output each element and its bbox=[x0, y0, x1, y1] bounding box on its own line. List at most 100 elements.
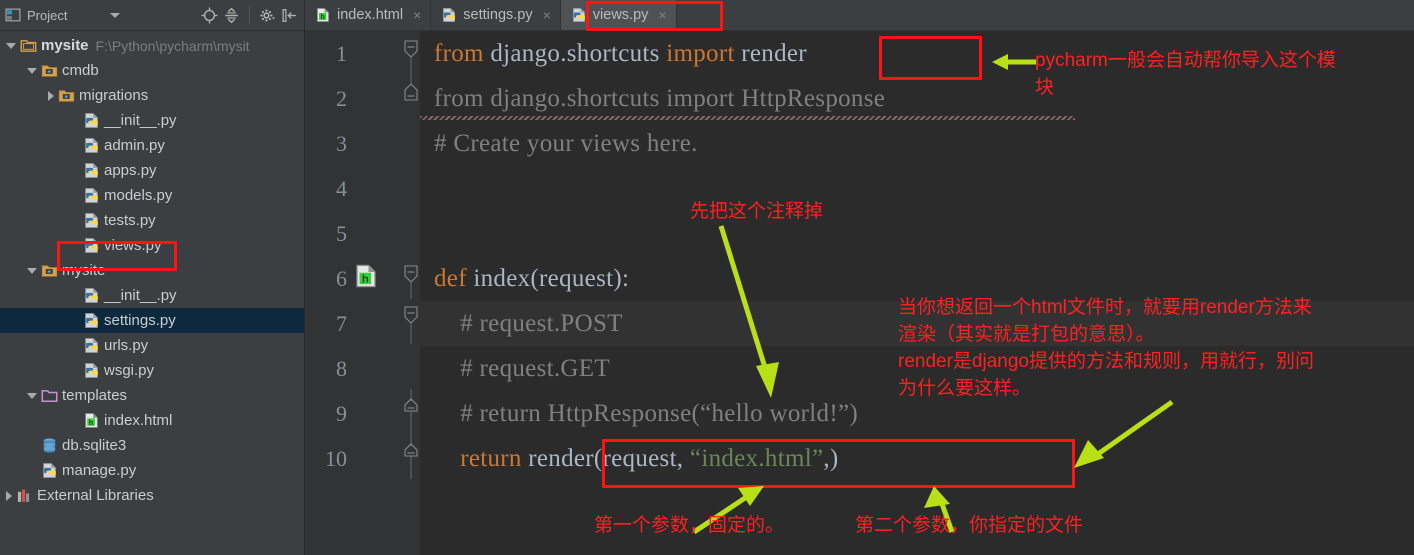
caret-down-icon[interactable] bbox=[27, 392, 37, 399]
project-title-group[interactable]: Project bbox=[0, 7, 126, 24]
editor-gutter[interactable]: 1 2 3 4 5 6 h 7 8 9 10 bbox=[305, 31, 420, 555]
collapse-all-icon[interactable] bbox=[223, 7, 240, 24]
code-line[interactable]: from django.shortcuts import HttpRespons… bbox=[420, 76, 1414, 121]
gutter-line[interactable]: 4 bbox=[305, 166, 420, 211]
code-line[interactable]: # request.GET bbox=[420, 346, 1414, 391]
tree-item-templates[interactable]: templates bbox=[0, 383, 304, 408]
close-icon[interactable]: × bbox=[658, 7, 666, 23]
fold-collapse-icon[interactable] bbox=[403, 299, 419, 344]
tree-item-migrations[interactable]: migrations bbox=[0, 83, 304, 108]
python-file-icon bbox=[43, 463, 56, 478]
tree-item-cmdb[interactable]: cmdb bbox=[0, 58, 304, 83]
editor-tab-settings-py[interactable]: settings.py × bbox=[431, 0, 561, 30]
tree-item--init-py[interactable]: __init__.py bbox=[0, 108, 304, 133]
editor-tab-label: views.py bbox=[592, 7, 649, 23]
plain-folder-icon bbox=[41, 390, 58, 402]
python-file-icon bbox=[85, 338, 98, 353]
code-editor[interactable]: 1 2 3 4 5 6 h 7 8 9 10 from django.shortcuts impor… bbox=[305, 31, 1414, 555]
fold-collapse-icon[interactable] bbox=[403, 29, 419, 74]
code-line[interactable]: # return HttpResponse(“hello world!”) bbox=[420, 391, 1414, 436]
fold-marker-wrap[interactable] bbox=[403, 73, 419, 124]
gutter-html-file-icon[interactable]: h bbox=[353, 263, 379, 294]
tree-item-index-html[interactable]: h index.html bbox=[0, 408, 304, 433]
module-folder-icon bbox=[58, 90, 75, 102]
tree-item-label: wsgi.py bbox=[104, 362, 155, 379]
tree-item-label: tests.py bbox=[104, 212, 156, 229]
close-icon[interactable]: × bbox=[413, 7, 421, 23]
tree-item-db-sqlite3[interactable]: db.sqlite3 bbox=[0, 433, 304, 458]
editor-tab-index-html[interactable]: h index.html × bbox=[305, 0, 432, 30]
gutter-line[interactable]: 7 bbox=[305, 301, 420, 346]
libraries-icon bbox=[17, 489, 30, 502]
fold-region-icon[interactable] bbox=[403, 433, 419, 479]
tree-item-models-py[interactable]: models.py bbox=[0, 183, 304, 208]
gutter-line[interactable]: 10 bbox=[305, 433, 420, 484]
tree-item-urls-py[interactable]: urls.py bbox=[0, 333, 304, 358]
python-file-icon bbox=[85, 213, 98, 228]
tree-item-label: manage.py bbox=[62, 462, 137, 479]
gutter-line[interactable]: 6h bbox=[305, 256, 420, 301]
tree-item-label: views.py bbox=[104, 237, 162, 254]
svg-text:h: h bbox=[89, 418, 94, 427]
project-file-tree[interactable]: mysite F:\Python\pycharm\mysit cmdb migrati… bbox=[0, 31, 304, 555]
caret-down-icon[interactable] bbox=[27, 267, 37, 274]
code-line[interactable]: def index(request): bbox=[420, 256, 1414, 301]
fold-marker-wrap[interactable] bbox=[403, 388, 419, 439]
tree-item-views-py[interactable]: views.py bbox=[0, 233, 304, 258]
gutter-line[interactable]: 9 bbox=[305, 388, 420, 439]
fold-collapse-icon[interactable] bbox=[403, 254, 419, 299]
gutter-line[interactable]: 5 bbox=[305, 211, 420, 256]
tree-item-label: urls.py bbox=[104, 337, 149, 354]
python-file-icon bbox=[85, 188, 98, 203]
code-line[interactable]: from django.shortcuts import render bbox=[420, 31, 1414, 76]
tree-item-admin-py[interactable]: admin.py bbox=[0, 133, 304, 158]
tree-item-mysite[interactable]: mysite F:\Python\pycharm\mysit bbox=[0, 33, 304, 58]
code-line[interactable] bbox=[420, 211, 1414, 256]
close-icon[interactable]: × bbox=[543, 7, 551, 23]
tree-item-wsgi-py[interactable]: wsgi.py bbox=[0, 358, 304, 383]
gutter-line[interactable]: 1 bbox=[305, 31, 420, 76]
caret-down-icon[interactable] bbox=[27, 67, 37, 74]
tree-item-apps-py[interactable]: apps.py bbox=[0, 158, 304, 183]
editor-tab-views-py[interactable]: views.py × bbox=[560, 0, 677, 30]
html-file-icon: h bbox=[317, 8, 329, 22]
hide-panel-icon[interactable] bbox=[281, 7, 298, 24]
code-line[interactable]: # request.POST bbox=[420, 301, 1414, 346]
code-text-area[interactable]: from django.shortcuts import render from … bbox=[420, 31, 1414, 555]
tree-item--init-py[interactable]: __init__.py bbox=[0, 283, 304, 308]
gear-settings-icon[interactable] bbox=[259, 7, 276, 24]
gutter-line[interactable]: 3 bbox=[305, 121, 420, 166]
tree-item-tests-py[interactable]: tests.py bbox=[0, 208, 304, 233]
python-file-icon bbox=[85, 313, 98, 328]
python-file-icon bbox=[443, 8, 456, 22]
code-line[interactable] bbox=[420, 166, 1414, 211]
locate-target-icon[interactable] bbox=[201, 7, 218, 24]
tree-item-settings-py[interactable]: settings.py bbox=[0, 308, 304, 333]
line-number: 2 bbox=[336, 85, 347, 111]
tree-item-mysite[interactable]: mysite bbox=[0, 258, 304, 283]
editor-tab-bar[interactable]: h index.html × settings.py × views.py × bbox=[305, 0, 1414, 31]
project-window-icon bbox=[5, 7, 21, 21]
code-token: return bbox=[434, 444, 529, 472]
fold-end-icon[interactable] bbox=[403, 73, 419, 119]
caret-right-icon[interactable] bbox=[6, 490, 12, 501]
caret-down-icon[interactable] bbox=[6, 42, 16, 49]
code-line[interactable]: # Create your views here. bbox=[420, 121, 1414, 166]
fold-marker-wrap[interactable] bbox=[403, 29, 419, 79]
chevron-down-icon[interactable] bbox=[110, 12, 120, 18]
fold-marker-wrap[interactable] bbox=[403, 433, 419, 484]
gutter-line[interactable]: 2 bbox=[305, 73, 420, 124]
tree-item-external-libraries[interactable]: External Libraries bbox=[0, 483, 304, 508]
code-token: def bbox=[434, 264, 467, 292]
line-number: 10 bbox=[325, 445, 347, 471]
svg-text:h: h bbox=[362, 274, 369, 286]
fold-region-icon[interactable] bbox=[403, 388, 419, 434]
tree-item-manage-py[interactable]: manage.py bbox=[0, 458, 304, 483]
fold-marker-wrap[interactable] bbox=[403, 299, 419, 349]
gutter-line[interactable]: 8 bbox=[305, 346, 420, 391]
caret-right-icon[interactable] bbox=[48, 90, 54, 101]
line-number: 9 bbox=[336, 400, 347, 426]
code-line[interactable]: return render(request, “index.html”,) bbox=[420, 436, 1414, 481]
line-number: 8 bbox=[336, 355, 347, 381]
fold-marker-wrap[interactable] bbox=[403, 254, 419, 304]
